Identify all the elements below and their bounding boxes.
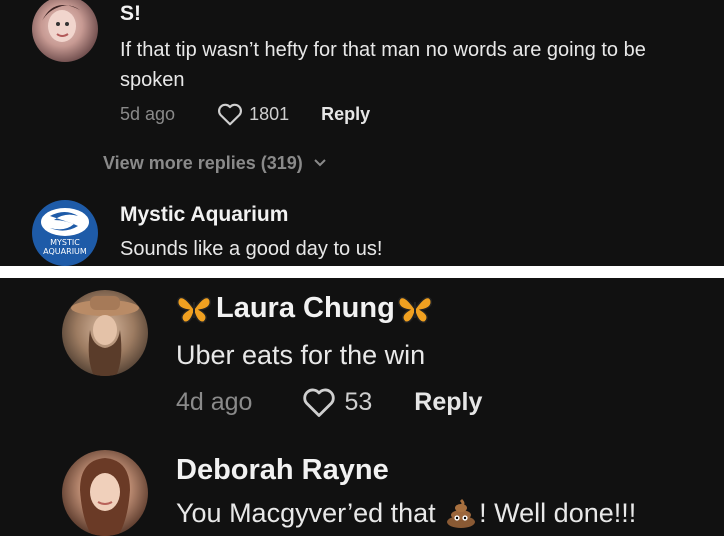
butterfly-icon — [176, 296, 212, 323]
reply-button[interactable]: Reply — [321, 104, 370, 125]
view-more-replies[interactable]: View more replies (319) — [103, 151, 327, 175]
svg-text:MYSTIC: MYSTIC — [50, 238, 80, 247]
like-count: 53 — [344, 387, 373, 416]
heart-icon — [218, 103, 243, 126]
comment-text-part: You Macgyver’ed that — [176, 498, 444, 528]
avatar[interactable] — [62, 450, 148, 536]
comment-author[interactable]: Laura Chung — [176, 292, 433, 325]
comment-author[interactable]: Mystic Aquarium — [120, 203, 288, 227]
comment-meta: 4d ago 53 Reply — [176, 386, 482, 418]
avatar[interactable] — [62, 290, 148, 376]
like-button[interactable]: 1801 — [217, 102, 289, 126]
svg-text:AQUARIUM: AQUARIUM — [43, 247, 87, 256]
comment-meta: 5d ago 1801 Reply — [120, 102, 370, 126]
comment-author[interactable]: Deborah Rayne — [176, 454, 389, 487]
view-more-label: View more replies (319) — [103, 152, 303, 173]
comment-text: Uber eats for the win — [176, 340, 426, 370]
comment-text-part: ! Well done!!! — [479, 498, 637, 528]
comment-text: You Macgyver’ed that ! Well done!!! — [176, 496, 636, 530]
comments-panel-top: S! If that tip wasn’t hefty for that man… — [0, 0, 724, 266]
pile-of-poo-icon — [447, 498, 476, 528]
avatar[interactable] — [32, 0, 98, 62]
comment-age: 5d ago — [120, 103, 176, 124]
avatar[interactable]: MYSTIC AQUARIUM — [32, 200, 98, 266]
mystic-aquarium-logo: MYSTIC AQUARIUM — [41, 208, 89, 256]
comment-text: Sounds like a good day to us! — [120, 238, 383, 260]
comment-text: If that tip wasn’t hefty for that man no… — [120, 39, 646, 91]
like-button[interactable]: 53 — [302, 386, 372, 418]
comment-author-label: Laura Chung — [216, 292, 395, 324]
heart-icon — [303, 388, 336, 417]
reply-button[interactable]: Reply — [414, 388, 482, 417]
divider — [0, 266, 724, 278]
butterfly-icon — [397, 296, 432, 323]
comment-author[interactable]: S! — [120, 2, 141, 26]
comment-age: 4d ago — [176, 387, 253, 416]
chevron-down-icon — [314, 159, 326, 167]
comments-panel-bottom: Laura Chung Uber eats for the win 4d ago… — [0, 278, 724, 536]
like-count: 1801 — [249, 103, 290, 124]
